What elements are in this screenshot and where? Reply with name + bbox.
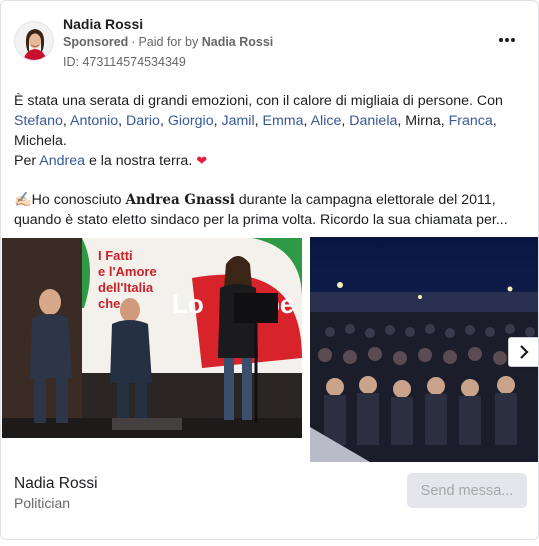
bold-mention: Andrea Gnassi — [125, 192, 235, 208]
carousel-next-button[interactable] — [508, 337, 538, 367]
banner-text-1: I Fatti — [98, 248, 133, 263]
chevron-right-icon — [520, 345, 529, 359]
avatar[interactable] — [14, 21, 54, 61]
sponsored-line: Sponsored · Paid for by Nadia Rossi — [63, 35, 273, 49]
post-paragraph-2: Per Andrea e la nostra terra. ❤ — [14, 153, 208, 169]
mention-link[interactable]: Emma — [262, 113, 303, 129]
writing-hand-icon: ✍🏻 — [14, 192, 32, 208]
mention-link[interactable]: Antonio — [70, 113, 118, 129]
carousel-image-2[interactable] — [310, 237, 538, 462]
mention-link[interactable]: Andrea — [39, 153, 85, 169]
heart-icon: ❤ — [196, 153, 208, 168]
banner-text-2: e l'Amore — [98, 264, 157, 279]
sponsored-label: Sponsored — [63, 35, 129, 49]
post-paragraph-1: È stata una serata di grandi emozioni, c… — [14, 93, 503, 149]
post-paragraph-3: ✍🏻Ho conosciuto Andrea Gnassi durante la… — [14, 192, 508, 228]
send-message-button[interactable]: Send messa... — [407, 473, 527, 508]
carousel-image-1[interactable]: I Fatti e l'Amore dell'Italia che Lo pe — [2, 238, 302, 438]
mention-link[interactable]: Franca — [449, 113, 493, 129]
post-text: È stata una serata di grandi emozioni, c… — [14, 91, 524, 230]
banner-text-big: Lo — [172, 289, 204, 319]
mention-link[interactable]: Stefano — [14, 113, 63, 129]
banner-text-4: che — [98, 296, 120, 311]
page-name[interactable]: Nadia Rossi — [63, 16, 143, 32]
image-carousel[interactable]: I Fatti e l'Amore dell'Italia che Lo pe — [1, 237, 538, 463]
mention-link[interactable]: Jamil — [221, 113, 254, 129]
paid-for-name[interactable]: Nadia Rossi — [202, 35, 274, 49]
banner-text-3: dell'Italia — [98, 280, 154, 295]
mention-link[interactable]: Alice — [311, 113, 342, 129]
mention-link[interactable]: Giorgio — [168, 113, 214, 129]
ad-card: Nadia Rossi Sponsored · Paid for by Nadia … — [0, 0, 539, 540]
mention-link[interactable]: Dario — [126, 113, 160, 129]
more-options-icon[interactable] — [493, 30, 521, 50]
mention-link[interactable]: Daniela — [349, 113, 397, 129]
footer-page-name[interactable]: Nadia Rossi — [14, 475, 98, 493]
separator-dot: · — [131, 35, 136, 49]
ad-id: ID: 473114574534349 — [63, 55, 186, 69]
paid-for-label: Paid for by — [138, 35, 199, 49]
footer-category: Politician — [14, 495, 71, 511]
